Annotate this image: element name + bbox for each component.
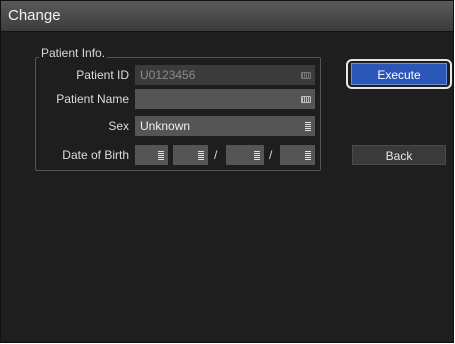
sex-select[interactable]: Unknown — [135, 116, 315, 136]
keyboard-icon — [301, 72, 311, 79]
list-icon[interactable] — [158, 151, 164, 160]
dob-label: Date of Birth — [62, 148, 129, 162]
patient-info-label: Patient Info. — [39, 46, 108, 60]
patient-id-field: U0123456 — [135, 65, 315, 85]
list-icon[interactable] — [254, 151, 260, 160]
dob-era-select[interactable] — [135, 145, 168, 165]
dob-year-select[interactable] — [173, 145, 208, 165]
list-icon[interactable] — [198, 151, 204, 160]
change-dialog: Change Patient Info. Patient ID U0123456… — [0, 0, 454, 343]
dob-month-select[interactable] — [226, 145, 264, 165]
execute-button[interactable]: Execute — [351, 63, 447, 85]
dob-separator: / — [214, 148, 218, 162]
patient-id-label: Patient ID — [76, 68, 129, 82]
list-icon[interactable] — [305, 122, 311, 131]
back-button[interactable]: Back — [352, 145, 446, 165]
title-bar: Change — [1, 1, 453, 32]
keyboard-icon[interactable] — [301, 96, 311, 103]
patient-name-field[interactable] — [135, 89, 315, 109]
patient-name-label: Patient Name — [56, 92, 129, 106]
patient-id-value: U0123456 — [140, 68, 196, 82]
list-icon[interactable] — [305, 151, 311, 160]
sex-label: Sex — [108, 119, 129, 133]
dob-separator: / — [269, 148, 273, 162]
sex-value: Unknown — [140, 119, 191, 133]
dob-day-select[interactable] — [280, 145, 315, 165]
window-title: Change — [8, 7, 61, 24]
